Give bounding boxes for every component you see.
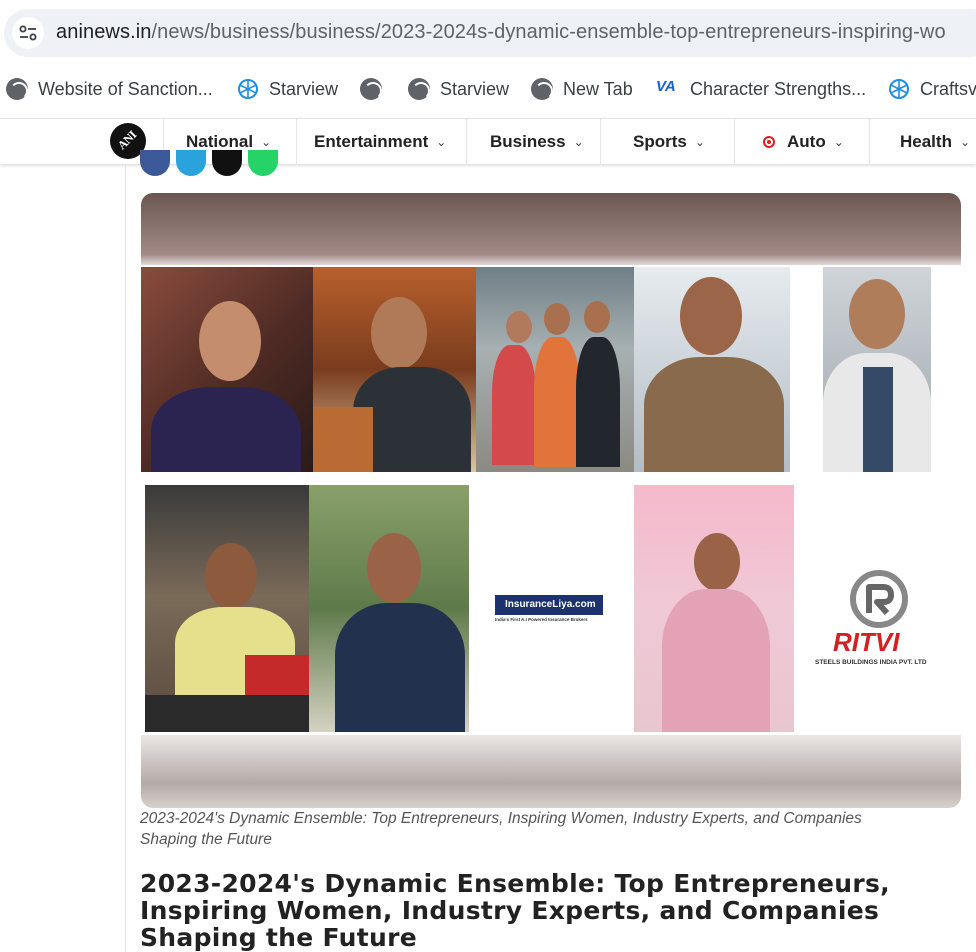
browser-toolbar: aninews.in/news/business/business/2023-2… <box>0 0 976 68</box>
va-logo-icon: VA <box>656 78 676 95</box>
address-bar[interactable]: aninews.in/news/business/business/2023-2… <box>4 9 976 57</box>
nav-sports[interactable]: Sports ⌄ <box>600 119 734 164</box>
bookmark-new-tab[interactable]: New Tab <box>531 76 633 102</box>
portrait-tile <box>313 267 476 472</box>
portrait-tile <box>476 267 634 472</box>
nav-label: National <box>186 131 254 151</box>
url-path: /news/business/business/2023-2024s-dynam… <box>151 21 946 43</box>
bookmark-label: Starview <box>269 78 339 99</box>
portrait-tile <box>141 267 313 472</box>
whatsapp-share-icon[interactable] <box>248 150 278 176</box>
chevron-down-icon: ⌄ <box>959 134 971 149</box>
bookmark-website-of-sanction[interactable]: Website of Sanction... <box>6 76 213 102</box>
article-headline: 2023-2024's Dynamic Ensemble: Top Entrep… <box>140 869 890 952</box>
bookmarks-bar: Website of Sanction... Starview Starview… <box>0 68 976 108</box>
ritvi-logo: RITVI STEELS BUILDINGS INDIA PVT. LTD <box>809 563 949 673</box>
insurance-tagline: India's First A.I Powered Insurance Brok… <box>495 617 588 622</box>
logo-text: ANI <box>114 127 140 153</box>
nav-label: Sports <box>633 131 687 151</box>
bookmark-label: Website of Sanction... <box>38 78 213 99</box>
url-host: aninews.in <box>56 21 152 43</box>
nav-business[interactable]: Business ⌄ <box>466 119 600 164</box>
url-text[interactable]: aninews.in/news/business/business/2023-2… <box>56 21 946 44</box>
bookmark-label: Craftsv <box>920 78 976 99</box>
bookmark-label: New Tab <box>563 78 633 99</box>
tune-icon <box>19 25 37 41</box>
nav-entertainment[interactable]: Entertainment ⌄ <box>296 119 466 164</box>
globe-icon <box>531 78 553 100</box>
chevron-down-icon: ⌄ <box>573 134 584 149</box>
globe-icon <box>6 78 28 100</box>
nav-label: Business <box>490 131 566 151</box>
hero-image[interactable]: InsuranceLiya.com India's First A.I Powe… <box>141 193 961 808</box>
craft-logo-icon <box>238 79 258 99</box>
site-info-button[interactable] <box>12 17 44 49</box>
article-body: InsuranceLiya.com India's First A.I Powe… <box>125 150 976 952</box>
globe-icon <box>408 78 430 100</box>
insuranceliya-logo: InsuranceLiya.com India's First A.I Powe… <box>491 583 613 631</box>
ritvi-sub: STEELS BUILDINGS INDIA PVT. LTD <box>815 659 927 666</box>
portrait-tile <box>634 267 790 472</box>
x-share-icon[interactable] <box>212 150 242 176</box>
chevron-down-icon: ⌄ <box>261 134 272 149</box>
nav-label: Health <box>900 131 952 151</box>
portrait-tile <box>823 267 931 472</box>
ritvi-emblem-icon <box>850 570 908 628</box>
bookmark-label: Character Strengths... <box>690 78 867 99</box>
insurance-brand: InsuranceLiya.com <box>495 595 603 615</box>
bookmark-character-strengths[interactable]: VA Character Strengths... <box>656 76 866 102</box>
bookmark-starview-2[interactable]: Starview <box>408 76 509 102</box>
nav-label: Entertainment <box>314 131 429 151</box>
nav-health[interactable]: Health ⌄ <box>869 119 976 164</box>
globe-icon <box>360 78 382 100</box>
ritvi-brand: RITVI <box>833 627 900 657</box>
portrait-tile <box>634 485 794 732</box>
bookmark-label: Starview <box>440 78 510 99</box>
telegram-share-icon[interactable] <box>176 150 206 176</box>
bookmark-craftsv[interactable]: Craftsv <box>888 76 976 102</box>
craft-logo-icon <box>889 79 909 99</box>
portrait-tile <box>309 485 469 732</box>
nav-auto[interactable]: Auto ⌄ <box>734 119 869 164</box>
chevron-down-icon: ⌄ <box>833 134 844 149</box>
live-dot-icon <box>763 135 775 148</box>
image-caption: 2023-2024's Dynamic Ensemble: Top Entrep… <box>140 810 862 848</box>
chevron-down-icon: ⌄ <box>436 134 447 149</box>
chevron-down-icon: ⌄ <box>694 134 705 149</box>
bookmark-starview[interactable]: Starview <box>237 76 338 102</box>
bookmark-globe[interactable] <box>360 76 392 102</box>
facebook-share-icon[interactable] <box>140 150 170 176</box>
nav-label: Auto <box>787 131 826 151</box>
portrait-tile <box>145 485 309 732</box>
